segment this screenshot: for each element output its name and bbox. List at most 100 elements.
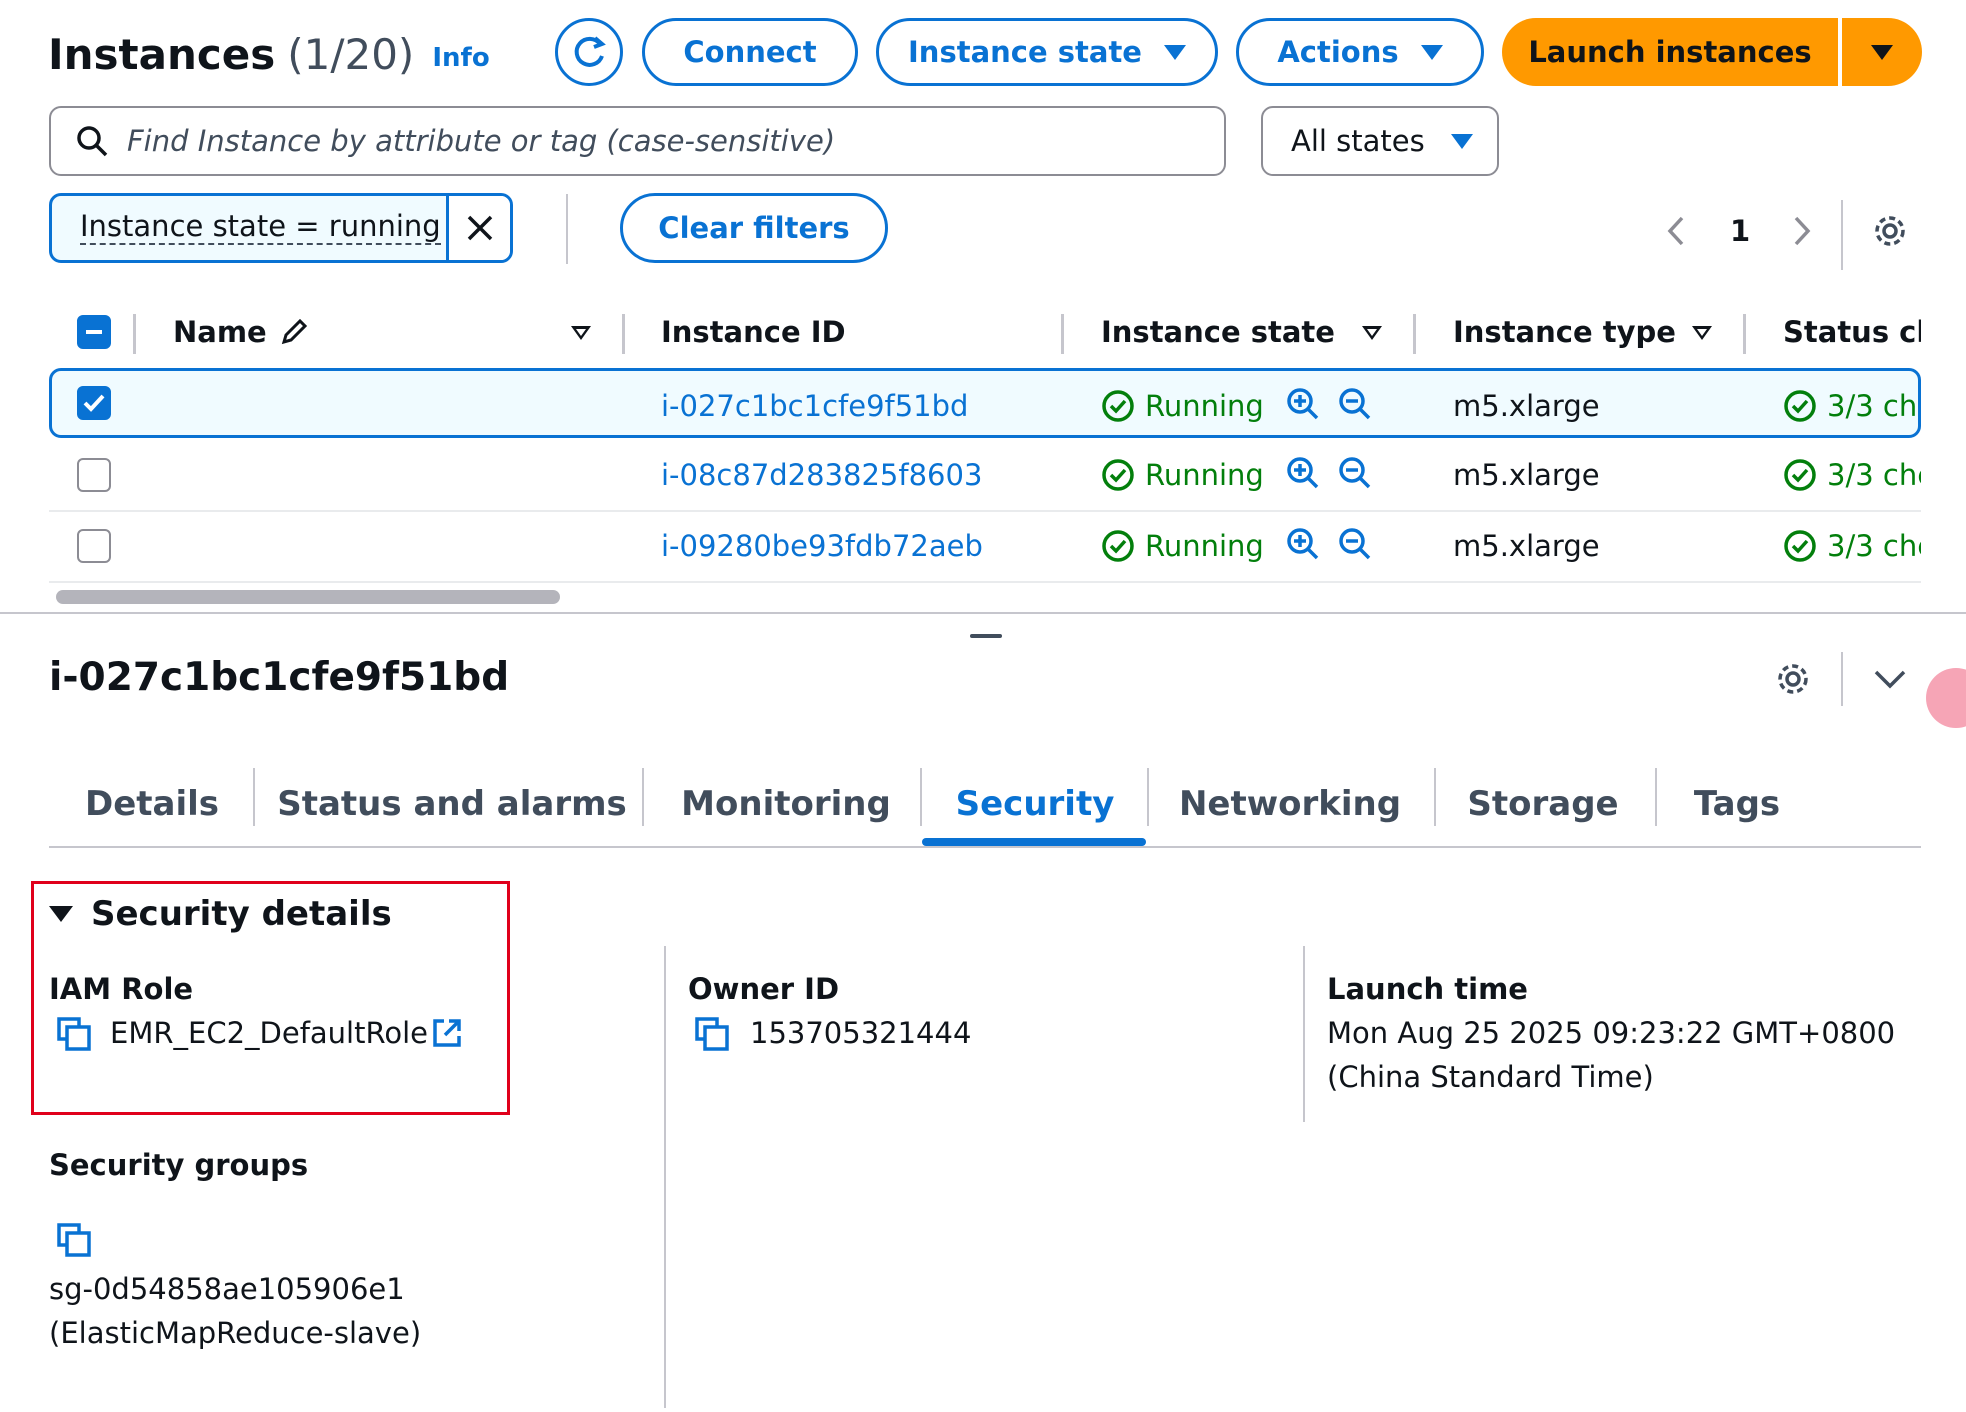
horizontal-scrollbar[interactable] xyxy=(56,590,560,604)
status-text: 3/3 che xyxy=(1827,458,1921,492)
zoom-in-icon[interactable] xyxy=(1286,527,1320,561)
search-placeholder: Find Instance by attribute or tag (case-… xyxy=(127,124,836,158)
search-icon xyxy=(77,126,108,157)
section-title: Security details xyxy=(91,894,392,934)
state-filter-select[interactable]: All states xyxy=(1261,106,1499,176)
column-header-status-check[interactable]: Status che xyxy=(1783,302,1921,362)
column-divider xyxy=(1061,314,1064,354)
instance-type-cell: m5.xlarge xyxy=(1453,529,1600,563)
instance-state-button[interactable]: Instance state xyxy=(876,18,1218,86)
launch-dropdown-button[interactable] xyxy=(1842,18,1922,86)
copy-icon[interactable] xyxy=(694,1016,730,1052)
split-panel-divider[interactable] xyxy=(0,612,1966,614)
copy-icon[interactable] xyxy=(56,1016,92,1052)
resize-handle[interactable] xyxy=(970,634,1002,638)
tab-monitoring[interactable]: Monitoring xyxy=(649,762,923,846)
next-page-button[interactable] xyxy=(1790,206,1814,256)
sort-icon[interactable] xyxy=(1362,326,1382,340)
page-header: Instances (1/20) Info xyxy=(48,22,490,86)
translate-widget-icon[interactable] xyxy=(1926,668,1966,728)
table-row[interactable]: i-09280be93fdb72aeb Running m5.xlarge 3/… xyxy=(49,511,1921,581)
column-header-instance-state[interactable]: Instance state xyxy=(1101,302,1335,362)
instance-type-cell: m5.xlarge xyxy=(1453,458,1600,492)
select-all-checkbox[interactable] xyxy=(77,315,111,349)
status-check-cell: 3/3 che xyxy=(1783,371,1918,441)
previous-page-button[interactable] xyxy=(1664,206,1688,256)
state-filter-value: All states xyxy=(1291,124,1425,158)
actions-button[interactable]: Actions xyxy=(1236,18,1484,86)
launch-time-value: Mon Aug 25 2025 09:23:22 GMT+0800 xyxy=(1327,1016,1896,1050)
tab-status-and-alarms[interactable]: Status and alarms xyxy=(255,762,649,846)
instance-state-cell: Running xyxy=(1101,511,1264,581)
clear-filters-button[interactable]: Clear filters xyxy=(620,193,888,263)
instance-id-link[interactable]: i-027c1bc1cfe9f51bd xyxy=(661,371,968,441)
column-label: Name xyxy=(173,315,267,349)
zoom-in-icon[interactable] xyxy=(1286,387,1320,421)
row-checkbox[interactable] xyxy=(77,458,111,492)
status-success-icon xyxy=(1102,530,1134,562)
status-success-icon xyxy=(1784,390,1816,422)
search-input[interactable]: Find Instance by attribute or tag (case-… xyxy=(49,106,1226,176)
table-header: Name Instance ID Instance state Instance… xyxy=(49,302,1921,362)
chevron-down-icon[interactable] xyxy=(1872,664,1908,694)
zoom-out-icon[interactable] xyxy=(1338,527,1372,561)
launch-instances-button[interactable]: Launch instances xyxy=(1502,18,1838,86)
owner-id-label: Owner ID xyxy=(688,972,840,1006)
connect-button[interactable]: Connect xyxy=(642,18,858,86)
row-checkbox[interactable] xyxy=(77,529,111,563)
instance-type-cell: m5.xlarge xyxy=(1453,389,1600,423)
tab-networking[interactable]: Networking xyxy=(1147,762,1433,846)
caret-down-icon xyxy=(1420,44,1443,60)
column-divider xyxy=(622,314,625,354)
zoom-out-icon[interactable] xyxy=(1338,387,1372,421)
tab-divider xyxy=(642,768,644,826)
actions-label: Actions xyxy=(1277,35,1399,69)
sort-icon[interactable] xyxy=(1692,326,1712,340)
row-checkbox[interactable] xyxy=(77,386,111,420)
owner-id-value: 153705321444 xyxy=(750,1016,972,1050)
state-text: Running xyxy=(1145,458,1264,492)
remove-filter-button[interactable] xyxy=(446,196,510,260)
tab-divider xyxy=(1655,768,1657,826)
sort-icon[interactable] xyxy=(571,326,591,340)
table-row[interactable]: i-08c87d283825f8603 Running m5.xlarge 3/… xyxy=(49,440,1921,510)
column-header-instance-type[interactable]: Instance type xyxy=(1453,302,1676,362)
tab-storage[interactable]: Storage xyxy=(1433,762,1653,846)
copy-icon[interactable] xyxy=(56,1222,92,1258)
filter-token[interactable]: Instance state = running xyxy=(49,193,513,263)
close-icon xyxy=(467,215,492,241)
caret-down-icon xyxy=(1450,133,1473,149)
column-divider xyxy=(133,314,136,354)
detail-tabs: Details Status and alarms Monitoring Sec… xyxy=(49,762,1921,848)
state-text: Running xyxy=(1145,389,1264,423)
zoom-in-icon[interactable] xyxy=(1286,456,1320,490)
security-group-link[interactable]: sg-0d54858ae105906e1 xyxy=(49,1272,405,1306)
tab-tags[interactable]: Tags xyxy=(1653,762,1821,846)
tab-details[interactable]: Details xyxy=(49,762,255,846)
page-number[interactable]: 1 xyxy=(1730,206,1750,256)
instances-panel: Instances (1/20) Info Connect Instance s… xyxy=(0,0,1966,612)
refresh-button[interactable] xyxy=(555,18,623,86)
instance-id-link[interactable]: i-09280be93fdb72aeb xyxy=(661,511,983,581)
column-divider xyxy=(1413,314,1416,354)
table-row[interactable]: i-027c1bc1cfe9f51bd Running m5.xlarge 3/… xyxy=(49,368,1921,438)
external-link-icon[interactable] xyxy=(430,1016,464,1050)
tab-security[interactable]: Security xyxy=(923,762,1147,846)
row-divider xyxy=(49,581,1921,583)
column-header-instance-id[interactable]: Instance ID xyxy=(661,302,846,362)
iam-role-link[interactable]: EMR_EC2_DefaultRole xyxy=(110,1016,428,1050)
header-divider xyxy=(1841,652,1843,706)
column-header-name[interactable]: Name xyxy=(173,302,309,362)
tab-divider xyxy=(253,768,255,826)
status-success-icon xyxy=(1102,459,1134,491)
security-details-toggle[interactable]: Security details xyxy=(49,894,392,934)
instance-id-link[interactable]: i-08c87d283825f8603 xyxy=(661,440,982,510)
security-group-name[interactable]: (ElasticMapReduce-slave) xyxy=(49,1316,421,1350)
filter-token-label[interactable]: Instance state = running xyxy=(52,196,446,260)
zoom-out-icon[interactable] xyxy=(1338,456,1372,490)
gear-icon[interactable] xyxy=(1774,660,1812,698)
instance-state-label: Instance state xyxy=(908,35,1142,69)
info-link[interactable]: Info xyxy=(432,43,489,73)
chevron-right-icon xyxy=(1794,216,1811,246)
table-settings-button[interactable] xyxy=(1871,206,1909,256)
